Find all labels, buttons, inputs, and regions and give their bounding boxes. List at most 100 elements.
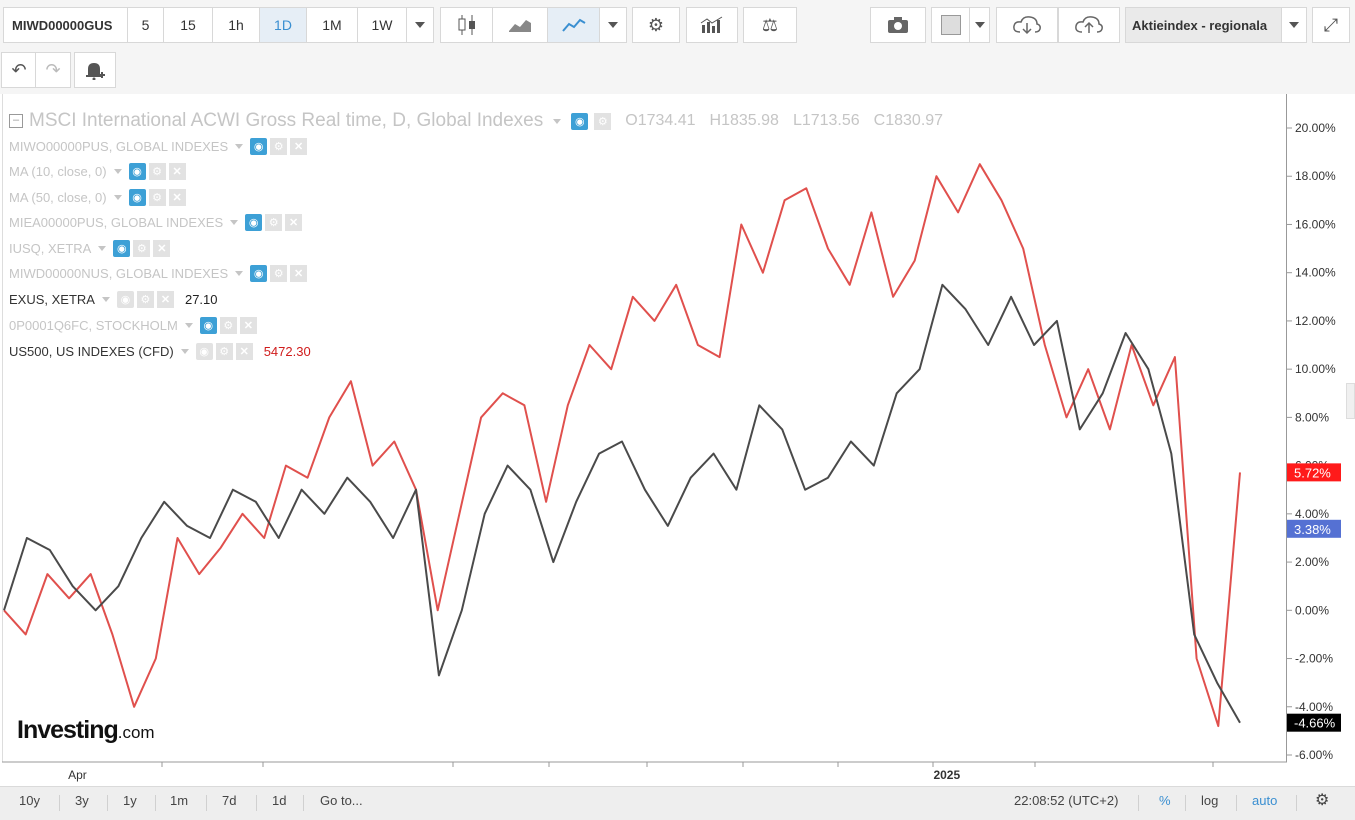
y-axis-label: -4.00% <box>1295 700 1333 714</box>
gear-icon[interactable]: ⚙ <box>148 189 166 206</box>
series-layer <box>3 163 1241 728</box>
legend-label: US500, US INDEXES (CFD) <box>9 344 174 359</box>
visibility-eye-icon[interactable]: ◉ <box>113 240 131 257</box>
y-axis-label: -6.00% <box>1295 748 1333 762</box>
log-scale-toggle[interactable]: log <box>1201 793 1218 808</box>
legend-row[interactable]: 0P0001Q6FC, STOCKHOLM ◉ ⚙ ✕ <box>9 317 257 334</box>
ohlc-open: O1734.41 <box>625 112 696 129</box>
legend-row[interactable]: MA (10, close, 0) ◉ ⚙ ✕ <box>9 163 186 180</box>
chevron-down-icon[interactable] <box>230 220 239 225</box>
y-axis-label: 4.00% <box>1295 507 1329 521</box>
chevron-down-icon[interactable] <box>553 118 562 124</box>
auto-scale-toggle[interactable]: auto <box>1252 793 1277 808</box>
legend-label: MIWD00000NUS, GLOBAL INDEXES <box>9 266 229 281</box>
y-axis-label: 16.00% <box>1295 217 1336 231</box>
price-badge-label: -4.66% <box>1294 716 1336 731</box>
chevron-down-icon[interactable] <box>113 169 122 174</box>
y-axis-label: 20.00% <box>1295 121 1336 135</box>
close-icon[interactable]: ✕ <box>168 163 186 180</box>
legend-row[interactable]: MA (50, close, 0) ◉ ⚙ ✕ <box>9 189 186 206</box>
legend-value: 5472.30 <box>263 344 311 359</box>
close-icon[interactable]: ✕ <box>290 138 308 155</box>
gear-icon[interactable]: ⚙ <box>215 343 233 360</box>
visibility-eye-icon[interactable]: ◉ <box>128 189 146 206</box>
clock-timezone[interactable]: 22:08:52 (UTC+2) <box>1014 793 1118 808</box>
legend-label: MA (10, close, 0) <box>9 164 107 179</box>
main-series-title: MSCI International ACWI Gross Real time,… <box>29 110 544 131</box>
legend-value: 27.10 <box>184 292 218 307</box>
ohlc-low: L1713.56 <box>792 112 860 129</box>
close-icon[interactable]: ✕ <box>290 265 308 282</box>
visibility-eye-icon[interactable]: ◉ <box>245 214 263 231</box>
legend-label: IUSQ, XETRA <box>9 241 92 256</box>
legend-main-series[interactable]: – MSCI International ACWI Gross Real tim… <box>9 110 943 132</box>
gear-icon[interactable]: ⚙ <box>270 138 288 155</box>
close-icon[interactable]: ✕ <box>156 291 174 308</box>
close-icon[interactable]: ✕ <box>239 317 257 334</box>
range-1y-button[interactable]: 1y <box>123 793 137 808</box>
y-axis-label: 10.00% <box>1295 362 1336 376</box>
chevron-down-icon[interactable] <box>101 297 110 302</box>
percent-scale-toggle[interactable]: % <box>1159 793 1171 808</box>
go-to-date-button[interactable]: Go to... <box>320 793 363 808</box>
legend-row[interactable]: IUSQ, XETRA ◉ ⚙ ✕ <box>9 240 171 257</box>
visibility-eye-icon[interactable]: ◉ <box>250 265 268 282</box>
legend-row[interactable]: MIWO00000PUS, GLOBAL INDEXES ◉ ⚙ ✕ <box>9 138 308 155</box>
gear-icon[interactable]: ⚙ <box>265 214 283 231</box>
visibility-eye-icon[interactable]: ◉ <box>250 138 268 155</box>
gear-icon[interactable]: ⚙ <box>136 291 154 308</box>
gear-icon[interactable]: ⚙ <box>133 240 151 257</box>
legend-label: MA (50, close, 0) <box>9 190 107 205</box>
close-icon[interactable]: ✕ <box>285 214 303 231</box>
chevron-down-icon[interactable] <box>113 195 122 200</box>
legend-label: EXUS, XETRA <box>9 292 95 307</box>
range-1m-button[interactable]: 1m <box>170 793 188 808</box>
legend-row-us500[interactable]: US500, US INDEXES (CFD) ◉ ⚙ ✕ 5472.30 <box>9 343 311 360</box>
visibility-eye-icon[interactable]: ◉ <box>116 291 134 308</box>
x-axis-label: Apr <box>68 768 87 782</box>
legend-row-exus[interactable]: EXUS, XETRA ◉ ⚙ ✕ 27.10 <box>9 291 218 308</box>
close-icon[interactable]: ✕ <box>168 189 186 206</box>
visibility-eye-icon[interactable]: ◉ <box>128 163 146 180</box>
collapse-legend-icon[interactable]: – <box>9 114 23 128</box>
close-icon[interactable]: ✕ <box>153 240 171 257</box>
y-axis-label: 2.00% <box>1295 555 1329 569</box>
chevron-down-icon[interactable] <box>180 349 189 354</box>
y-axis-label: 0.00% <box>1295 603 1329 617</box>
range-10y-button[interactable]: 10y <box>19 793 40 808</box>
y-axis-label: 8.00% <box>1295 410 1329 424</box>
y-axis-label: -2.00% <box>1295 652 1333 666</box>
gear-icon[interactable]: ⚙ <box>148 163 166 180</box>
ohlc-high: H1835.98 <box>709 112 779 129</box>
legend-row[interactable]: MIEA00000PUS, GLOBAL INDEXES ◉ ⚙ ✕ <box>9 214 303 231</box>
chevron-down-icon[interactable] <box>184 323 193 328</box>
investing-logo: Investing.com <box>17 716 155 744</box>
price-badge-label: 5.72% <box>1294 465 1331 480</box>
gear-icon[interactable]: ⚙ <box>270 265 288 282</box>
range-3y-button[interactable]: 3y <box>75 793 89 808</box>
visibility-eye-icon[interactable]: ◉ <box>571 112 589 130</box>
chevron-down-icon[interactable] <box>98 246 107 251</box>
y-axis-label: 12.00% <box>1295 314 1336 328</box>
visibility-eye-icon[interactable]: ◉ <box>195 343 213 360</box>
gear-icon[interactable]: ⚙ <box>594 112 612 130</box>
price-badge-label: 3.38% <box>1294 522 1331 537</box>
bottom-bar: 10y 3y 1y 1m 7d 1d Go to... 22:08:52 (UT… <box>0 786 1355 820</box>
chevron-down-icon[interactable] <box>235 271 244 276</box>
gear-icon[interactable]: ⚙ <box>1315 790 1329 810</box>
range-1d-button[interactable]: 1d <box>272 793 286 808</box>
close-icon[interactable]: ✕ <box>235 343 253 360</box>
x-axis-label: 2025 <box>933 768 960 782</box>
scroll-handle[interactable] <box>1346 383 1355 419</box>
range-7d-button[interactable]: 7d <box>222 793 236 808</box>
legend-row[interactable]: MIWD00000NUS, GLOBAL INDEXES ◉ ⚙ ✕ <box>9 265 308 282</box>
chevron-down-icon[interactable] <box>235 144 244 149</box>
visibility-eye-icon[interactable]: ◉ <box>199 317 217 334</box>
y-axis-label: 14.00% <box>1295 266 1336 280</box>
legend-label: 0P0001Q6FC, STOCKHOLM <box>9 318 178 333</box>
legend-label: MIWO00000PUS, GLOBAL INDEXES <box>9 139 229 154</box>
y-axis-label: 18.00% <box>1295 169 1336 183</box>
gear-icon[interactable]: ⚙ <box>219 317 237 334</box>
ohlc-close: C1830.97 <box>873 112 944 129</box>
price-badge-layer: 5.72% 3.38% -4.66% <box>1287 463 1341 732</box>
